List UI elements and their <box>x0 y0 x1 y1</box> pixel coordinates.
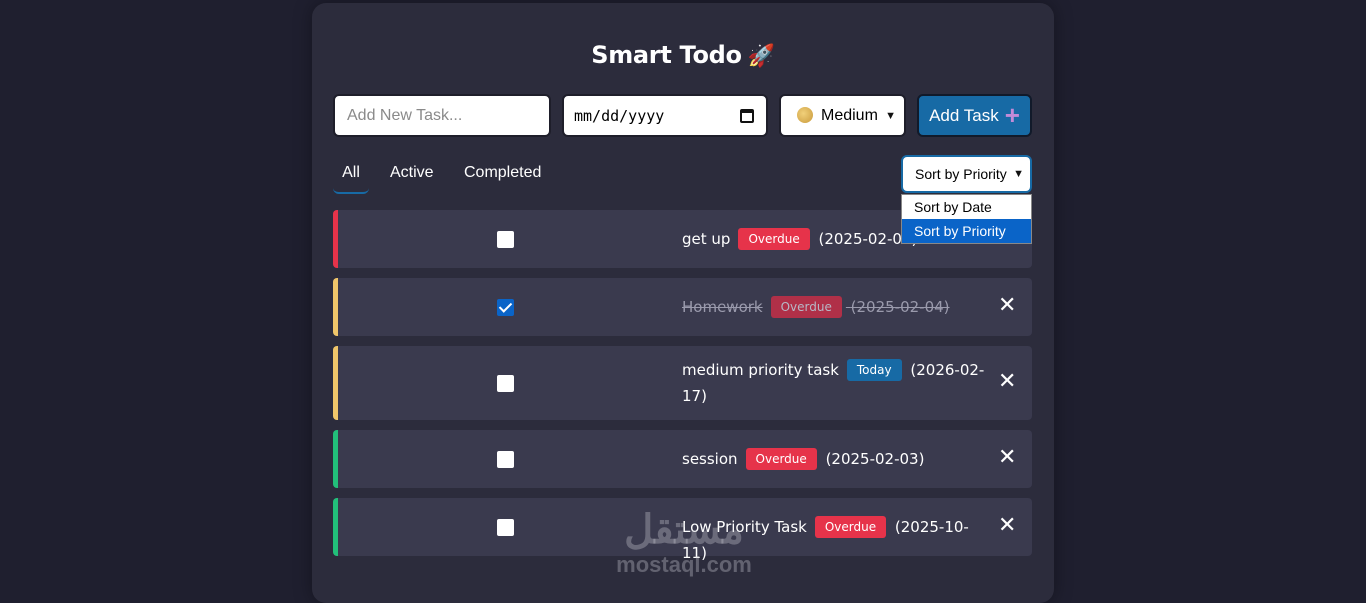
rocket-icon: 🚀 <box>747 44 775 69</box>
task-date: (2025-02-04) <box>850 298 950 316</box>
tab-active[interactable]: Active <box>390 164 434 182</box>
delete-icon[interactable]: ✕ <box>998 293 1016 318</box>
todo-card: Smart Todo🚀 mm/dd/yyyy Medium ▼ Add Task… <box>312 3 1054 603</box>
sort-select[interactable]: Sort by Priority ▼ <box>901 155 1032 193</box>
sort-selected: Sort by Priority <box>915 166 1007 182</box>
task-text: medium priority task Today (2026-02-17) <box>682 357 992 409</box>
watermark: مستقل mostaql.com <box>604 508 764 578</box>
date-placeholder: mm/dd/yyyy <box>574 106 665 125</box>
task-input-wrapper[interactable] <box>333 94 551 137</box>
task-checkbox[interactable] <box>497 451 514 468</box>
watermark-url: mostaql.com <box>616 552 752 577</box>
priority-value: Medium <box>797 107 878 125</box>
priority-select[interactable]: Medium ▼ <box>779 94 906 137</box>
priority-bar <box>333 498 338 556</box>
delete-icon[interactable]: ✕ <box>998 445 1016 470</box>
priority-bar <box>333 278 338 336</box>
task-input[interactable] <box>345 105 539 126</box>
status-badge: Overdue <box>770 296 842 318</box>
priority-bar <box>333 210 338 268</box>
status-badge: Overdue <box>745 448 817 470</box>
sort-option-priority[interactable]: Sort by Priority <box>902 219 1031 243</box>
task-text: session Overdue (2025-02-03) <box>682 446 992 472</box>
watermark-arabic: مستقل <box>624 508 744 552</box>
task-checkbox[interactable] <box>497 231 514 248</box>
add-task-label: Add Task <box>929 105 999 125</box>
task-name: Homework <box>682 298 763 316</box>
date-input[interactable]: mm/dd/yyyy <box>562 94 768 137</box>
status-badge: Overdue <box>738 228 810 250</box>
task-name: medium priority task <box>682 361 839 379</box>
sort-dropdown: Sort by Date Sort by Priority <box>901 194 1032 244</box>
task-text: Homework Overdue (2025-02-04) <box>682 294 992 320</box>
chevron-down-icon: ▼ <box>885 109 896 122</box>
tab-completed[interactable]: Completed <box>464 164 541 182</box>
task-name: session <box>682 450 738 468</box>
task-checkbox[interactable] <box>497 375 514 392</box>
sort-option-date[interactable]: Sort by Date <box>902 195 1031 219</box>
calendar-icon[interactable] <box>740 108 754 123</box>
chevron-down-icon: ▼ <box>1013 168 1024 180</box>
plus-icon: + <box>1004 99 1020 130</box>
page-title-text: Smart Todo <box>591 41 742 69</box>
task-name: get up <box>682 230 731 248</box>
task-row: Homework Overdue (2025-02-04) ✕ <box>333 278 1032 336</box>
status-badge: Today <box>846 359 902 381</box>
task-checkbox[interactable] <box>497 519 514 536</box>
task-row: session Overdue (2025-02-03) ✕ <box>333 430 1032 488</box>
moon-icon <box>797 107 813 124</box>
task-checkbox[interactable] <box>497 299 514 316</box>
priority-bar <box>333 430 338 488</box>
delete-icon[interactable]: ✕ <box>998 369 1016 394</box>
delete-icon[interactable]: ✕ <box>998 513 1016 538</box>
add-task-button[interactable]: Add Task + <box>917 94 1032 137</box>
task-row: medium priority task Today (2026-02-17) ✕ <box>333 346 1032 420</box>
priority-label: Medium <box>821 106 878 124</box>
tab-all[interactable]: All <box>333 164 369 194</box>
page-title: Smart Todo 🚀 <box>312 41 1054 69</box>
priority-bar <box>333 346 338 420</box>
status-badge: Overdue <box>814 516 887 538</box>
task-date: (2025-02-03) <box>825 450 925 468</box>
